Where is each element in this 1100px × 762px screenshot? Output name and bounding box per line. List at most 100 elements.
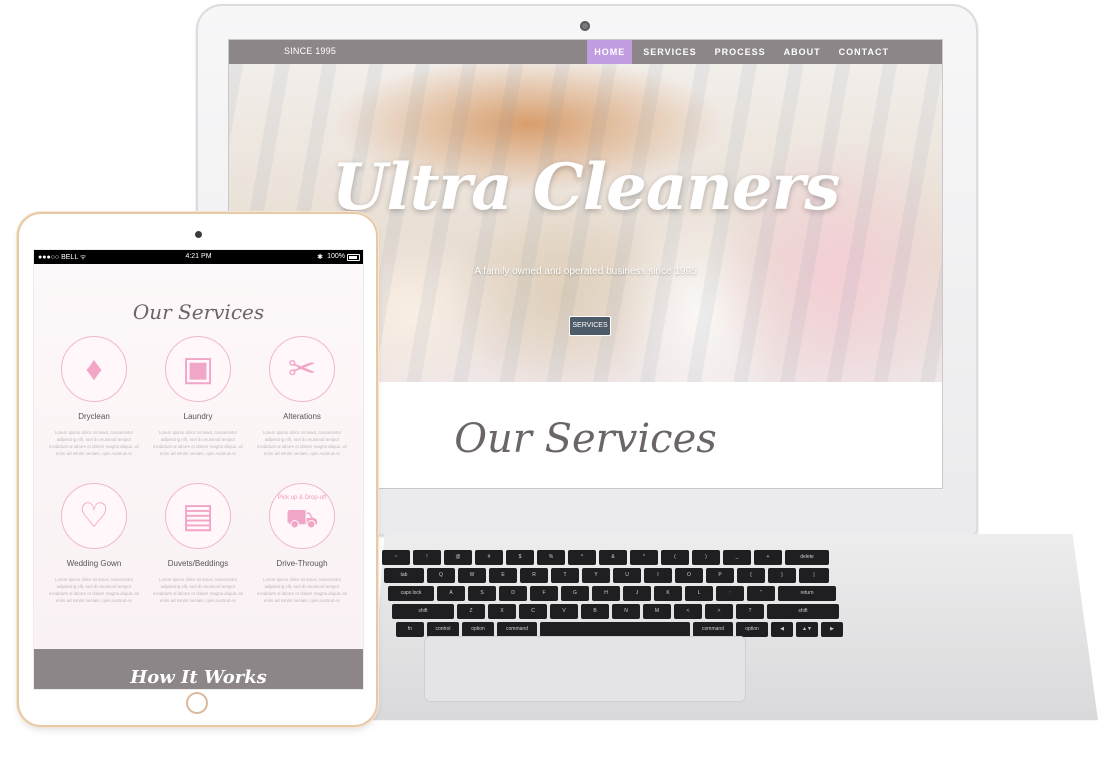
service-laundry[interactable]: ▣ Laundry Lorem ipsum dolor sit amet, co… (146, 336, 250, 457)
top-nav: SINCE 1995 HOME SERVICES PROCESS ABOUT C… (229, 40, 942, 64)
keyboard-key[interactable]: ? (736, 604, 764, 619)
keyboard-key[interactable]: J (623, 586, 651, 601)
keyboard-key[interactable]: M (643, 604, 671, 619)
keyboard-key[interactable]: E (489, 568, 517, 583)
nav-link-contact[interactable]: CONTACT (832, 40, 896, 64)
keyboard-key[interactable]: O (675, 568, 703, 583)
keyboard-key[interactable]: Y (582, 568, 610, 583)
keyboard-key[interactable]: V (550, 604, 578, 619)
keyboard-key[interactable]: S (468, 586, 496, 601)
keyboard-key[interactable]: ^ (568, 550, 596, 565)
keyboard-key[interactable]: control (427, 622, 459, 637)
status-time: 4:21 PM (185, 253, 212, 260)
nav-links: HOME SERVICES PROCESS ABOUT CONTACT (583, 40, 896, 64)
keyboard-key[interactable]: + (754, 550, 782, 565)
keyboard-key[interactable]: ) (692, 550, 720, 565)
keyboard-key[interactable]: L (685, 586, 713, 601)
keyboard-key[interactable]: { (737, 568, 765, 583)
keyboard-key[interactable]: @ (444, 550, 472, 565)
keyboard-key[interactable]: F (530, 586, 558, 601)
nav-link-process[interactable]: PROCESS (708, 40, 773, 64)
nav-brand[interactable]: SINCE 1995 (284, 46, 336, 56)
keyboard-key[interactable]: G (561, 586, 589, 601)
keyboard-key[interactable]: : (716, 586, 744, 601)
keyboard-key[interactable]: | (799, 568, 829, 583)
service-description: Lorem ipsum dolor sit amet, consectetur … (257, 430, 347, 456)
keyboard-key[interactable]: ( (661, 550, 689, 565)
hero-services-button[interactable]: SERVICES (569, 316, 611, 336)
service-description: Lorem ipsum dolor sit amet, consectetur … (153, 430, 243, 456)
keyboard-key[interactable]: option (462, 622, 494, 637)
keyboard-key[interactable]: N (612, 604, 640, 619)
keyboard-key[interactable]: K (654, 586, 682, 601)
keyboard-key[interactable]: U (613, 568, 641, 583)
keyboard-key[interactable]: shift (767, 604, 839, 619)
keyboard-key[interactable]: D (499, 586, 527, 601)
service-name: Drive-Through (276, 559, 328, 568)
service-description: Lorem ipsum dolor sit amet, consectetur … (153, 577, 243, 603)
keyboard-key[interactable]: # (475, 550, 503, 565)
how-it-works-title: How It Works (130, 667, 267, 688)
service-wedding-gown[interactable]: ♡ Wedding Gown Lorem ipsum dolor sit ame… (42, 483, 146, 604)
keyboard-row-1: ~! @ # $% ^ & *() _ + delete (382, 550, 832, 565)
keyboard-key[interactable]: T (551, 568, 579, 583)
keyboard-key[interactable]: % (537, 550, 565, 565)
keyboard-key[interactable]: caps lock (388, 586, 434, 601)
keyboard-key[interactable]: ▲▼ (796, 622, 818, 637)
keyboard-key[interactable]: ! (413, 550, 441, 565)
keyboard-key[interactable]: & (599, 550, 627, 565)
service-duvets-beddings[interactable]: ▤ Duvets/Beddings Lorem ipsum dolor sit … (146, 483, 250, 604)
service-description: Lorem ipsum dolor sit amet, consectetur … (257, 577, 347, 603)
washing-machine-icon: ▣ (165, 336, 231, 402)
keyboard-key[interactable]: P (706, 568, 734, 583)
keyboard-key[interactable]: fn (396, 622, 424, 637)
keyboard-row-2: tab Q W E R T Y U I O P{} | (384, 568, 832, 583)
keyboard-key[interactable]: H (592, 586, 620, 601)
keyboard-key[interactable]: command (497, 622, 537, 637)
keyboard-key[interactable]: A (437, 586, 465, 601)
keyboard-row-4: shift Z X C V B N M < >? shift (392, 604, 842, 619)
pickup-dropoff-badge: Pick up & Drop-off (277, 494, 327, 501)
keyboard-key[interactable]: B (581, 604, 609, 619)
keyboard-key[interactable]: * (630, 550, 658, 565)
trackpad[interactable] (424, 636, 746, 702)
keyboard-key[interactable]: return (778, 586, 836, 601)
bluetooth-icon: ✱ (317, 254, 323, 261)
keyboard-key[interactable]: C (519, 604, 547, 619)
nav-link-home[interactable]: HOME (587, 40, 633, 64)
keyboard-key[interactable]: _ (723, 550, 751, 565)
keyboard-key[interactable]: option (736, 622, 768, 637)
keyboard-key[interactable]: Q (427, 568, 455, 583)
keyboard-key[interactable]: $ (506, 550, 534, 565)
service-name: Laundry (183, 412, 213, 421)
bed-icon: ▤ (165, 483, 231, 549)
wedding-dress-icon: ♡ (61, 483, 127, 549)
service-dryclean[interactable]: ♦ Dryclean Lorem ipsum dolor sit amet, c… (42, 336, 146, 457)
keyboard-key[interactable]: R (520, 568, 548, 583)
keyboard-key[interactable]: I (644, 568, 672, 583)
keyboard-key[interactable]: tab (384, 568, 424, 583)
nav-link-services[interactable]: SERVICES (636, 40, 703, 64)
keyboard-key[interactable]: W (458, 568, 486, 583)
service-alterations[interactable]: ✂ Alterations Lorem ipsum dolor sit amet… (250, 336, 354, 457)
keyboard-key[interactable] (540, 622, 690, 637)
nav-link-about[interactable]: ABOUT (777, 40, 828, 64)
keyboard-key[interactable]: " (747, 586, 775, 601)
keyboard-key[interactable]: ◀ (771, 622, 793, 637)
service-name: Alterations (283, 412, 321, 421)
keyboard-key[interactable]: ▶ (821, 622, 843, 637)
keyboard-key[interactable]: } (768, 568, 796, 583)
how-it-works-section: How It Works (34, 649, 363, 689)
tablet-home-button[interactable] (186, 692, 208, 714)
keyboard-key[interactable]: delete (785, 550, 829, 565)
keyboard-key[interactable]: command (693, 622, 733, 637)
keyboard-key[interactable]: X (488, 604, 516, 619)
keyboard-key[interactable]: Z (457, 604, 485, 619)
laptop-camera (580, 21, 590, 31)
keyboard-key[interactable]: < (674, 604, 702, 619)
service-drive-through[interactable]: Pick up & Drop-off ⛟ Drive-Through Lorem… (250, 483, 354, 604)
keyboard-key[interactable]: > (705, 604, 733, 619)
battery-icon (347, 254, 360, 261)
keyboard-key[interactable]: shift (392, 604, 454, 619)
keyboard-key[interactable]: ~ (382, 550, 410, 565)
